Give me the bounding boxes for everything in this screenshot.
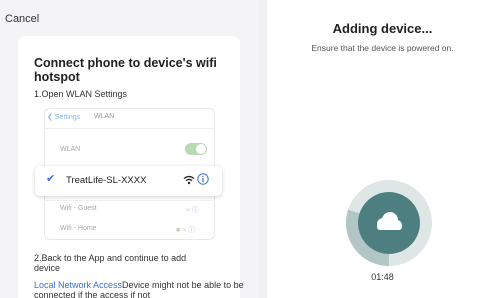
wifi-icon: ≈ (182, 227, 187, 234)
page-title: Connect phone to device's wifi hotspot (34, 56, 217, 84)
step-2-text: 2.Back to the App and continue to add de… (34, 253, 187, 273)
header-divider (44, 128, 215, 129)
chevron-left-icon: ❮ (47, 114, 53, 121)
step-1-text: 1.Open WLAN Settings (34, 89, 128, 99)
settings-back-link: ❮ Settings (47, 114, 81, 121)
local-network-note: Local Network AccessDevice might not be … (34, 280, 244, 298)
local-network-access-link[interactable]: Local Network Access (34, 280, 122, 290)
info-icon (197, 173, 209, 185)
screen-divider (259, 0, 267, 298)
network-home: Wifi - Home (60, 225, 97, 232)
checkmark-icon: ✔ (46, 173, 56, 185)
wifi-icon: ≈ (186, 207, 190, 214)
network-guest: Wifi - Guest (60, 205, 97, 212)
adding-device-title: Adding device... (332, 21, 433, 36)
screen: Cancel Connect phone to device's wifi ho… (0, 0, 498, 298)
info-icon: ⓘ (191, 207, 199, 214)
adding-device-subtitle: Ensure that the device is powered on. (311, 43, 454, 53)
info-icon: ⓘ (187, 227, 195, 234)
home-network-icons: ■ ≈ ⓘ (176, 225, 195, 235)
guest-network-icons: ≈ ⓘ (186, 205, 199, 215)
network-divider (44, 200, 215, 201)
lock-icon: ■ (176, 227, 181, 234)
cancel-button[interactable]: Cancel (5, 13, 39, 25)
countdown-timer: 01:48 (371, 272, 394, 282)
wifi-icon (183, 175, 195, 185)
wlan-label: WLAN (60, 146, 81, 153)
toggle-knob (196, 144, 206, 154)
selected-ssid: TreatLife-SL-XXXX (66, 175, 147, 186)
wlan-header: WLAN (94, 113, 115, 120)
progress-ring (346, 180, 432, 266)
